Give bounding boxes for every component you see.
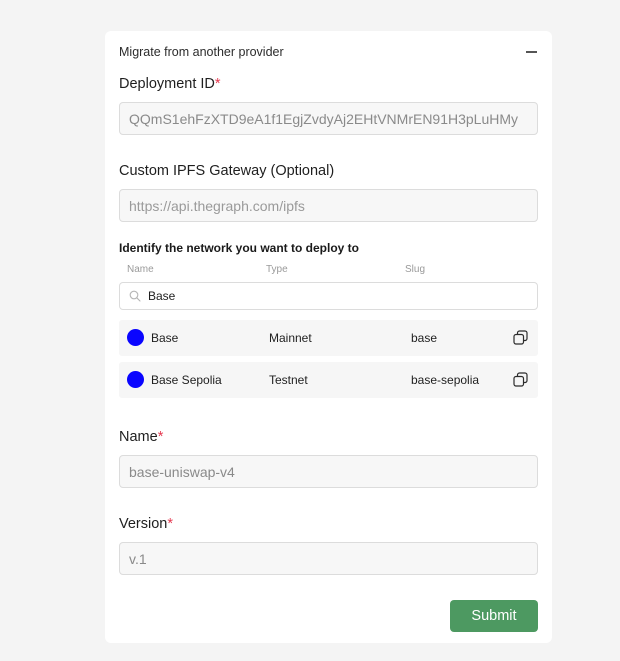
deployment-id-label-text: Deployment ID bbox=[119, 76, 215, 92]
network-search[interactable] bbox=[119, 282, 538, 310]
ipfs-gateway-label: Custom IPFS Gateway (Optional) bbox=[119, 163, 335, 179]
network-dot bbox=[127, 371, 144, 388]
network-type: Testnet bbox=[269, 373, 308, 387]
version-label: Version* bbox=[119, 516, 173, 532]
network-dot bbox=[127, 329, 144, 346]
network-name: Base Sepolia bbox=[151, 373, 222, 387]
name-label-text: Name bbox=[119, 429, 158, 445]
network-heading: Identify the network you want to deploy … bbox=[119, 241, 360, 255]
required-mark: * bbox=[214, 76, 221, 92]
name-input[interactable] bbox=[119, 455, 538, 488]
network-slug: base bbox=[411, 331, 438, 345]
required-mark: * bbox=[157, 429, 164, 445]
version-input[interactable] bbox=[119, 542, 538, 575]
required-mark: * bbox=[167, 516, 174, 532]
card-header: Migrate from another provider bbox=[119, 45, 538, 59]
deployment-id-input[interactable] bbox=[119, 102, 538, 135]
network-type: Mainnet bbox=[269, 331, 312, 345]
network-slug: base-sepolia bbox=[411, 373, 480, 387]
search-icon bbox=[129, 290, 141, 302]
network-row-base[interactable]: Base Mainnet base bbox=[119, 320, 538, 356]
copy-icon[interactable] bbox=[513, 372, 528, 387]
column-header-slug: Slug bbox=[405, 264, 426, 275]
card-title: Migrate from another provider bbox=[119, 45, 284, 59]
deployment-id-label: Deployment ID* bbox=[119, 76, 221, 92]
name-label: Name* bbox=[119, 429, 163, 445]
column-header-name: Name bbox=[127, 264, 154, 275]
column-header-type: Type bbox=[266, 264, 288, 275]
network-name: Base bbox=[151, 331, 179, 345]
network-search-input[interactable] bbox=[148, 289, 528, 303]
network-row-base-sepolia[interactable]: Base Sepolia Testnet base-sepolia bbox=[119, 362, 538, 398]
copy-icon[interactable] bbox=[513, 330, 528, 345]
minus-icon[interactable] bbox=[524, 45, 538, 59]
version-label-text: Version bbox=[119, 516, 168, 532]
ipfs-gateway-input[interactable] bbox=[119, 189, 538, 222]
submit-button[interactable]: Submit bbox=[450, 600, 538, 632]
migrate-card: Migrate from another provider Deployment… bbox=[105, 31, 552, 643]
